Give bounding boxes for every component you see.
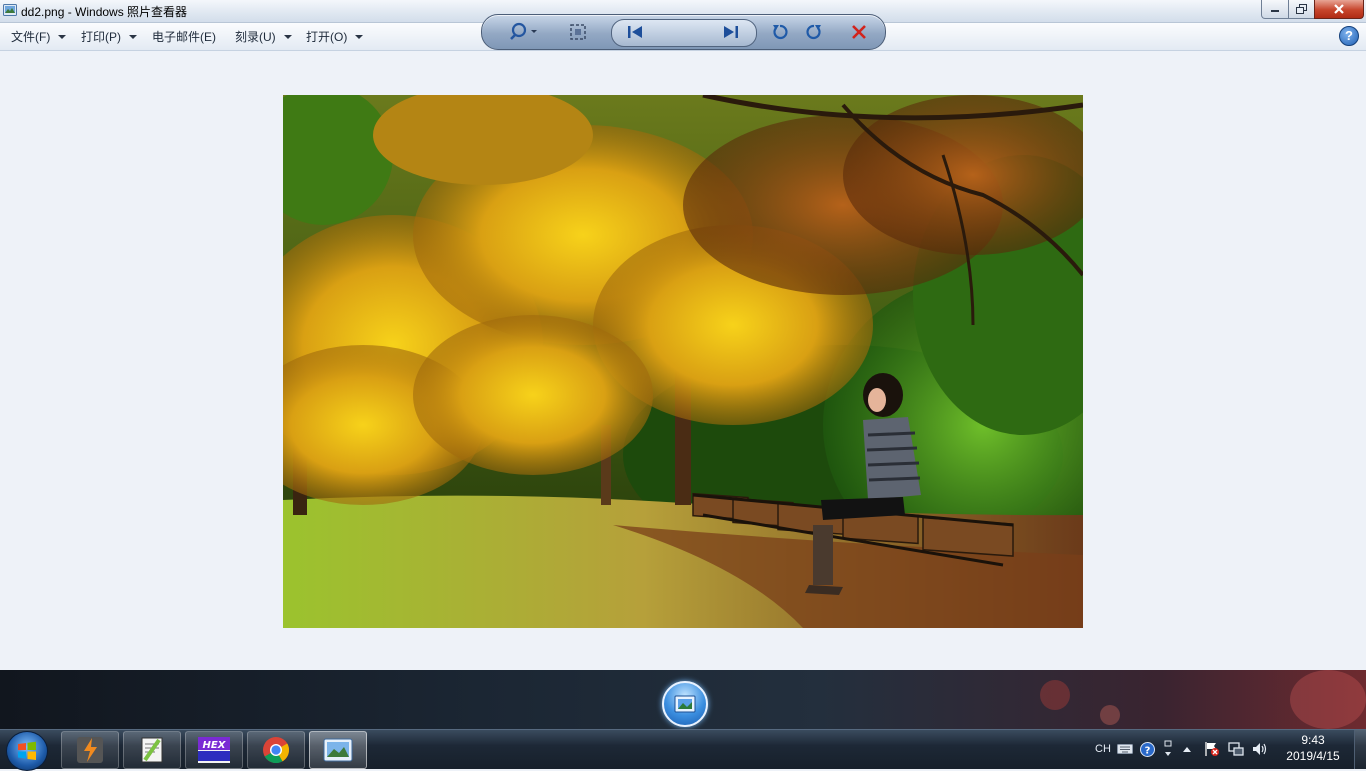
photo-content [283, 95, 1083, 628]
taskbar-app-2[interactable] [123, 731, 181, 769]
menu-burn-label: 刻录(U) [235, 30, 276, 44]
slideshow-button[interactable] [662, 681, 708, 727]
menu-print[interactable]: 打印(P) [81, 23, 137, 50]
taskbar: HEX CH ? 9:43 2019/4/15 [0, 729, 1366, 771]
tray-options-button[interactable] [1161, 740, 1175, 758]
restore-icon [1295, 4, 1307, 14]
actual-size-button[interactable] [566, 20, 590, 44]
previous-icon [628, 26, 642, 38]
taskbar-app-3[interactable]: HEX [185, 731, 243, 769]
app-orange-bolt-icon [77, 737, 103, 763]
menu-open[interactable]: 打开(O) [306, 23, 364, 50]
help-button[interactable]: ? [1339, 26, 1359, 46]
clock[interactable]: 9:43 2019/4/15 [1280, 732, 1346, 764]
photo-viewer-icon [323, 738, 353, 762]
next-button[interactable] [718, 20, 744, 44]
menu-print-label: 打印(P) [81, 30, 121, 44]
rotate-counterclockwise-button[interactable] [768, 20, 792, 44]
volume-button[interactable] [1251, 740, 1269, 758]
show-hidden-icons-button[interactable] [1180, 740, 1194, 758]
menu-email[interactable]: 电子邮件(E) [152, 23, 216, 50]
taskbar-app-5[interactable] [309, 731, 367, 769]
keyboard-tray-button[interactable] [1117, 740, 1133, 758]
window-title: dd2.png - Windows 照片查看器 [21, 5, 188, 19]
zoom-icon [510, 22, 537, 40]
start-button[interactable] [6, 731, 48, 771]
rotate-clockwise-icon [806, 24, 821, 40]
clock-date: 2019/4/15 [1286, 749, 1340, 763]
chevron-down-icon [129, 34, 137, 39]
notepad-plus-icon [141, 737, 163, 763]
background-bokeh [1290, 670, 1366, 729]
action-center-button[interactable] [1203, 740, 1221, 758]
slideshow-icon [674, 695, 696, 713]
minimize-button[interactable] [1261, 0, 1289, 19]
next-icon [724, 26, 738, 38]
menu-burn[interactable]: 刻录(U) [235, 23, 292, 50]
chevron-down-icon [283, 34, 292, 39]
speaker-icon [1253, 743, 1267, 755]
help-tray-button[interactable]: ? [1139, 740, 1155, 758]
flag-warning-icon [1205, 742, 1219, 756]
svg-text:HEX: HEX [203, 740, 227, 751]
options-arrow-icon [1164, 740, 1172, 756]
taskbar-app-4[interactable] [247, 731, 305, 769]
help-icon: ? [1139, 741, 1155, 757]
keyboard-icon [1117, 744, 1133, 754]
delete-button[interactable] [847, 20, 871, 44]
chevron-up-icon [1183, 747, 1191, 752]
close-button[interactable] [1314, 0, 1364, 19]
chevron-down-icon [58, 34, 67, 39]
photo-viewer-icon [3, 4, 17, 16]
network-icon [1228, 742, 1244, 756]
background-bokeh [1040, 680, 1070, 710]
photo-viewer-area[interactable] [0, 51, 1366, 670]
restore-button[interactable] [1288, 0, 1315, 19]
delete-icon [852, 25, 866, 39]
background-bokeh [1100, 705, 1120, 725]
menu-open-label: 打开(O) [306, 30, 348, 44]
windows-logo-icon [18, 741, 36, 760]
menu-file-label: 文件(F) [11, 30, 51, 44]
minimize-icon [1271, 10, 1279, 12]
previous-button[interactable] [622, 20, 648, 44]
rotate-counterclockwise-icon [773, 24, 788, 40]
zoom-button[interactable] [505, 20, 545, 44]
network-button[interactable] [1227, 740, 1245, 758]
close-icon [1334, 4, 1344, 14]
menu-email-label: 电子邮件(E) [152, 30, 216, 44]
chevron-down-icon [355, 34, 364, 39]
svg-text:?: ? [1144, 745, 1150, 756]
chrome-icon [263, 737, 290, 764]
taskbar-app-1[interactable] [61, 731, 119, 769]
language-indicator[interactable]: CH [1095, 740, 1111, 758]
rotate-clockwise-button[interactable] [802, 20, 826, 44]
clock-time: 9:43 [1301, 733, 1325, 747]
menu-file[interactable]: 文件(F) [11, 23, 67, 50]
hex-editor-icon: HEX [198, 737, 230, 763]
show-desktop-button[interactable] [1354, 730, 1366, 769]
actual-size-icon [570, 24, 586, 40]
